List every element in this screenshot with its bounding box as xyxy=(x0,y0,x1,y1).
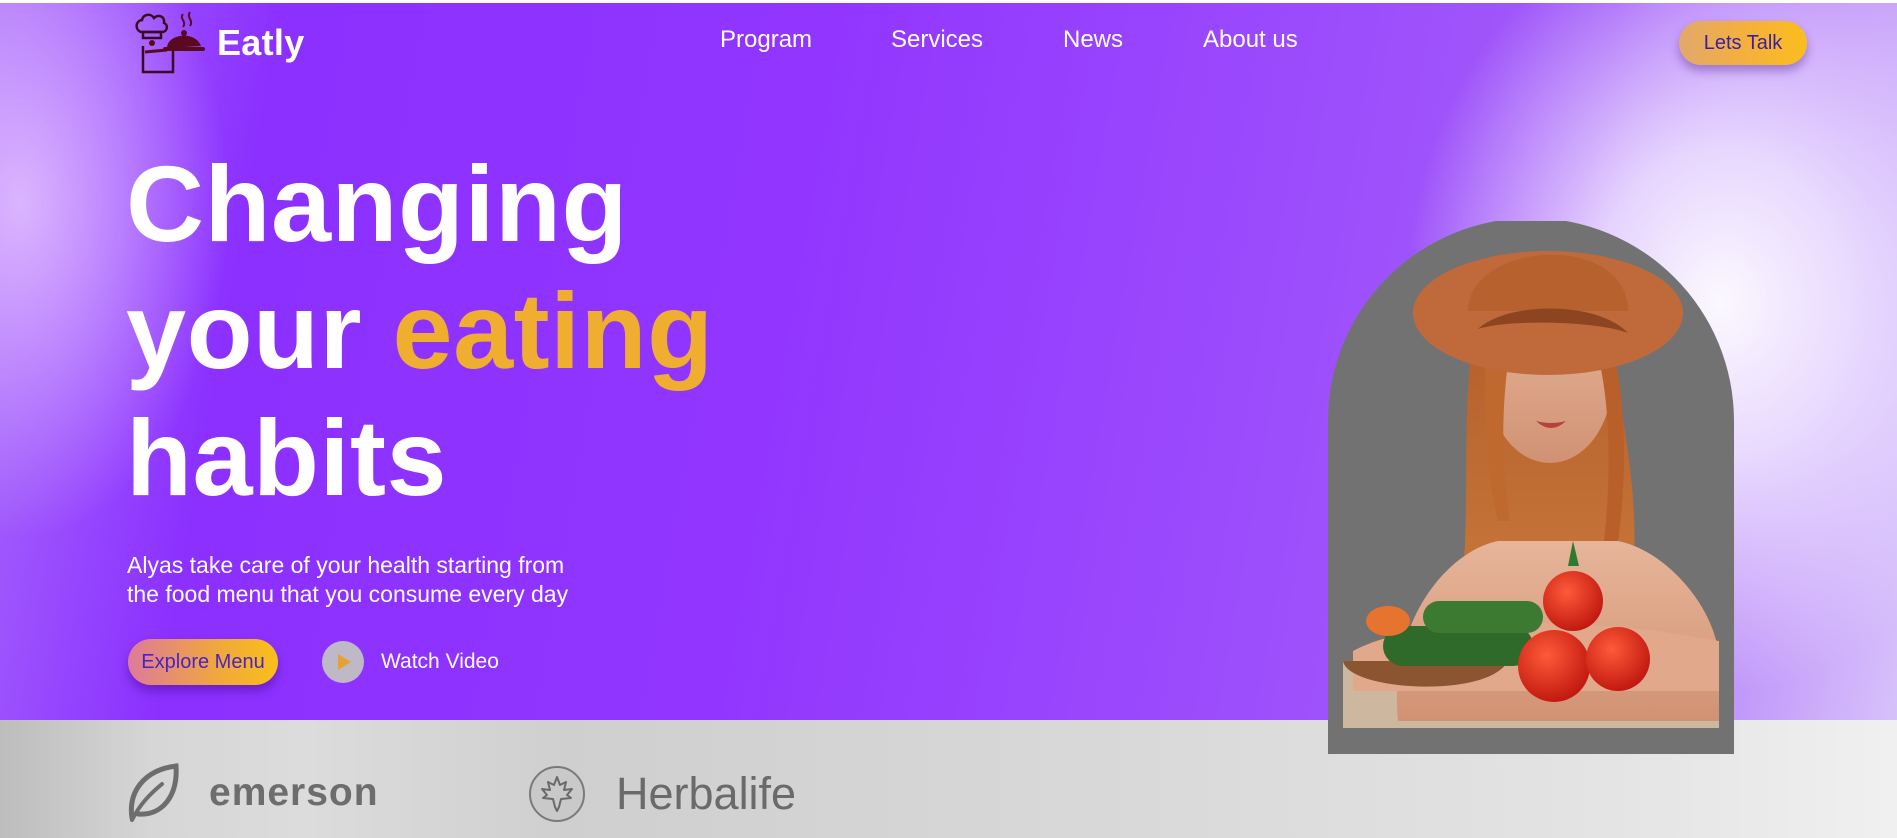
maple-leaf-icon xyxy=(529,766,585,822)
herbalife-name: Herbalife xyxy=(616,768,797,819)
partner-herbalife: Herbalife xyxy=(528,764,796,824)
chef-icon xyxy=(135,11,205,74)
headline-line-2: your eating xyxy=(126,267,714,394)
watch-video-button[interactable]: Watch Video xyxy=(322,641,499,683)
play-icon[interactable] xyxy=(322,641,364,683)
emerson-name: emerson xyxy=(209,771,379,814)
explore-menu-button[interactable]: Explore Menu xyxy=(128,639,278,685)
nav-news[interactable]: News xyxy=(1063,26,1123,54)
hero-photo xyxy=(1328,221,1734,754)
brand-name: Eatly xyxy=(217,22,305,63)
lets-talk-button[interactable]: Lets Talk xyxy=(1679,21,1807,65)
leaf-icon xyxy=(128,763,179,822)
headline-line-1: Changing xyxy=(126,143,628,264)
subtitle-line-1: Alyas take care of your health starting … xyxy=(127,552,565,578)
hero-headline: Changing your eating habits xyxy=(126,140,714,521)
headline-line-3: habits xyxy=(126,397,448,518)
subtitle-line-2: the food menu that you consume every day xyxy=(127,581,569,607)
headline-line-2-prefix: your xyxy=(126,270,393,391)
watch-video-label: Watch Video xyxy=(381,650,499,673)
nav-program[interactable]: Program xyxy=(720,26,812,54)
nav-about-us[interactable]: About us xyxy=(1203,26,1298,54)
nav-services[interactable]: Services xyxy=(891,26,983,54)
partner-emerson: emerson xyxy=(126,762,379,824)
brand[interactable]: Eatly xyxy=(131,10,305,76)
headline-accent: eating xyxy=(392,270,714,391)
hero-subtitle: Alyas take care of your health starting … xyxy=(127,551,687,609)
